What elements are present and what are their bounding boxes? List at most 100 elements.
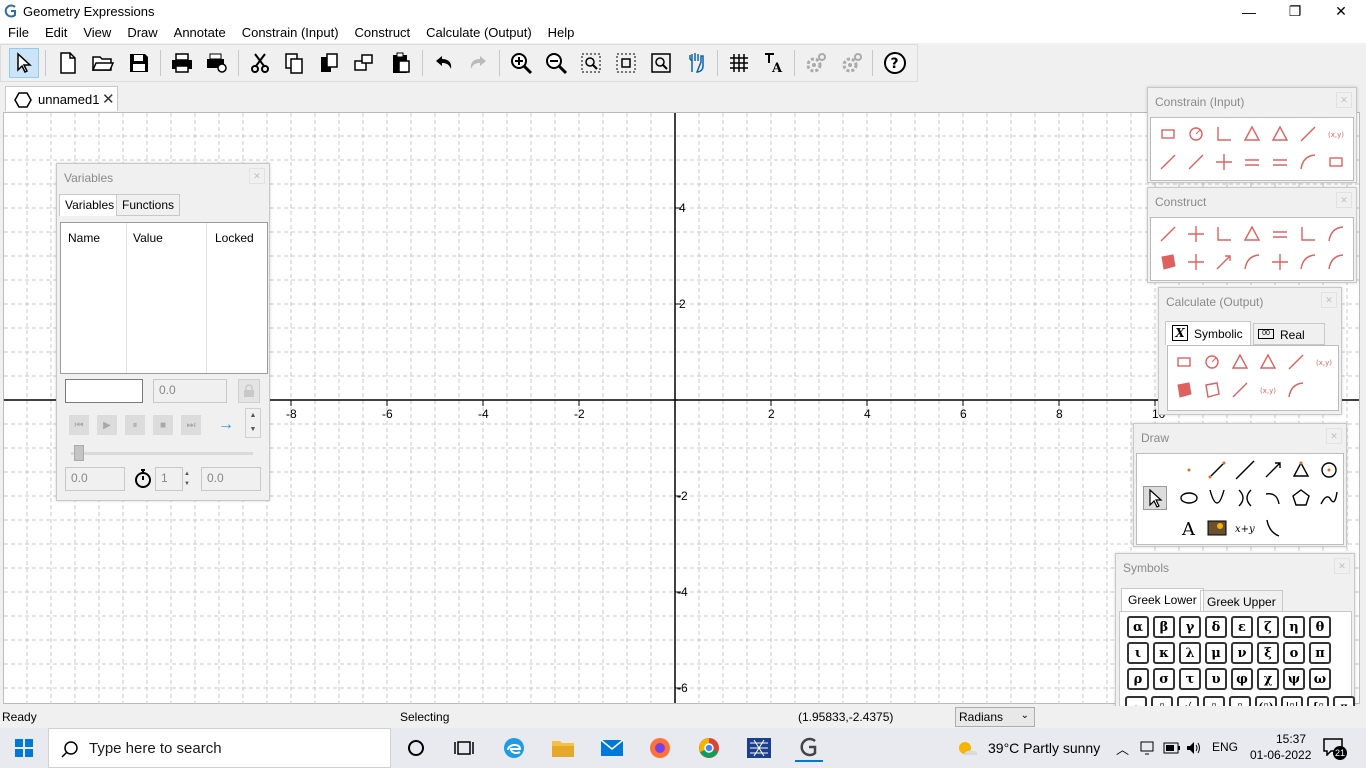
play-icon[interactable]: ▶ [97, 415, 117, 435]
weather-text[interactable]: 39°C Partly sunny [988, 740, 1100, 756]
calculate-ang-icon[interactable] [1256, 350, 1280, 374]
mail-button[interactable] [598, 734, 626, 762]
symbol-button[interactable]: ζ [1257, 616, 1279, 638]
tab-real[interactable]: 00 Real [1253, 323, 1325, 345]
battery-icon[interactable] [1163, 742, 1181, 754]
skip-start-icon[interactable]: ⏮ [69, 415, 89, 435]
construct-curve-icon[interactable] [1324, 222, 1348, 246]
calculate-poly-icon[interactable] [1172, 378, 1196, 402]
redo-button[interactable] [463, 48, 493, 78]
copy-image-button[interactable] [349, 48, 379, 78]
draw-line-icon[interactable] [1233, 458, 1257, 482]
symbol-button[interactable]: ρ [1127, 668, 1149, 690]
construct-cross-icon[interactable] [1268, 250, 1292, 274]
task-view-button[interactable] [450, 734, 478, 762]
symbol-button[interactable]: σ [1153, 668, 1175, 690]
menu-draw[interactable]: Draw [119, 23, 165, 43]
notifications-button[interactable]: 21 [1323, 738, 1347, 760]
column-header-locked[interactable]: Locked [215, 231, 254, 245]
symbol-button[interactable]: λ [1179, 642, 1201, 664]
save-button[interactable] [124, 48, 154, 78]
animation-max-field[interactable]: 0.0 [201, 467, 261, 491]
symbol-button[interactable]: α [1127, 616, 1149, 638]
calculate-line-icon[interactable] [1284, 350, 1308, 374]
symbol-button[interactable]: ξ [1257, 642, 1279, 664]
construct-cross-icon[interactable] [1184, 250, 1208, 274]
menu-view[interactable]: View [75, 23, 119, 43]
cut-button[interactable] [245, 48, 275, 78]
variables-panel-close[interactable]: ✕ [249, 168, 265, 184]
pause-icon[interactable]: ⏸ [125, 415, 145, 435]
edge-button[interactable] [500, 734, 528, 762]
advanced-settings-button[interactable] [837, 48, 867, 78]
menu-file[interactable]: File [0, 23, 37, 43]
construct-curve-icon[interactable] [1324, 250, 1348, 274]
construct-panel-close[interactable]: ✕ [1336, 192, 1352, 208]
tab-greek-lower[interactable]: Greek Lower [1121, 588, 1204, 612]
open-button[interactable] [88, 48, 118, 78]
skip-end-icon[interactable]: ⏭ [181, 415, 201, 435]
draw-arc-icon[interactable] [1261, 486, 1285, 510]
direction-spinner[interactable]: ▲ ▼ [245, 408, 261, 438]
close-tab-icon[interactable]: ✕ [102, 90, 115, 108]
draw-ellipse-icon[interactable] [1177, 486, 1201, 510]
draw-function-curve-icon[interactable] [1261, 516, 1285, 540]
chevron-up-icon[interactable]: ︿ [1116, 739, 1129, 758]
clock-time[interactable]: 15:37 [1276, 732, 1306, 746]
draw-polygon-icon[interactable] [1289, 458, 1313, 482]
clock-date[interactable]: 01-06-2022 [1250, 748, 1311, 762]
calculate-circ-icon[interactable] [1200, 350, 1224, 374]
constrain-box-icon[interactable] [1156, 122, 1180, 146]
symbol-button[interactable]: φ [1231, 668, 1253, 690]
constrain-box-icon[interactable] [1324, 150, 1348, 174]
draw-expression-icon[interactable]: x+y [1233, 516, 1257, 540]
construct-perp-icon[interactable] [1212, 222, 1236, 246]
draw-pointer-icon[interactable] [1143, 486, 1167, 510]
draw-text-icon[interactable]: A [1177, 516, 1201, 540]
draw-panel-close[interactable]: ✕ [1326, 428, 1342, 444]
column-header-name[interactable]: Name [68, 231, 100, 245]
column-header-value[interactable]: Value [133, 231, 163, 245]
zoom-in-button[interactable] [506, 48, 536, 78]
construct-par-icon[interactable] [1268, 222, 1292, 246]
close-button[interactable]: ✕ [1318, 0, 1364, 23]
constrain-ang-icon[interactable] [1268, 122, 1292, 146]
constrain-ang-icon[interactable] [1240, 122, 1264, 146]
symbol-button[interactable]: ι [1127, 642, 1149, 664]
print-preview-button[interactable] [202, 48, 232, 78]
symbol-button[interactable]: ε [1231, 616, 1253, 638]
settings-button[interactable] [801, 48, 831, 78]
stop-icon[interactable]: ■ [153, 415, 173, 435]
calculate-panel-close[interactable]: ✕ [1321, 292, 1337, 308]
calculate-line-icon[interactable] [1228, 378, 1252, 402]
angle-unit-select[interactable]: Radians ⌄ [955, 707, 1035, 727]
symbol-button[interactable]: π [1309, 642, 1331, 664]
symbol-button[interactable]: χ [1257, 668, 1279, 690]
maximize-button[interactable]: ❐ [1272, 0, 1318, 23]
constrain-cross-icon[interactable] [1212, 150, 1236, 174]
chrome-button[interactable] [695, 734, 723, 762]
construct-cross-icon[interactable] [1184, 222, 1208, 246]
symbol-button[interactable]: ν [1231, 642, 1253, 664]
menu-help[interactable]: Help [540, 23, 583, 43]
font-button[interactable]: A [759, 48, 789, 78]
step-spinner[interactable]: ▲ ▼ [181, 469, 193, 489]
animation-slider-thumb[interactable] [74, 445, 84, 461]
construct-arrow-icon[interactable] [1212, 250, 1236, 274]
tab-greek-upper[interactable]: Greek Upper [1200, 590, 1283, 612]
constrain-line-icon[interactable] [1184, 150, 1208, 174]
constrain-line-icon[interactable] [1296, 122, 1320, 146]
symbol-button[interactable]: μ [1205, 642, 1227, 664]
symbol-button[interactable]: ψ [1283, 668, 1305, 690]
constrain-xy-icon[interactable]: (x,y) [1324, 122, 1348, 146]
symbol-button[interactable]: θ [1309, 616, 1331, 638]
symbol-button[interactable]: η [1283, 616, 1305, 638]
symbols-panel-close[interactable]: ✕ [1334, 558, 1350, 574]
zoom-fit-button[interactable] [611, 48, 641, 78]
firefox-button[interactable] [646, 734, 674, 762]
symbol-button[interactable]: τ [1179, 668, 1201, 690]
zoom-window-button[interactable] [576, 48, 606, 78]
constrain-par-icon[interactable] [1268, 150, 1292, 174]
direction-arrow-icon[interactable]: → [215, 415, 237, 435]
tab-symbolic[interactable]: X Symbolic [1165, 321, 1251, 345]
